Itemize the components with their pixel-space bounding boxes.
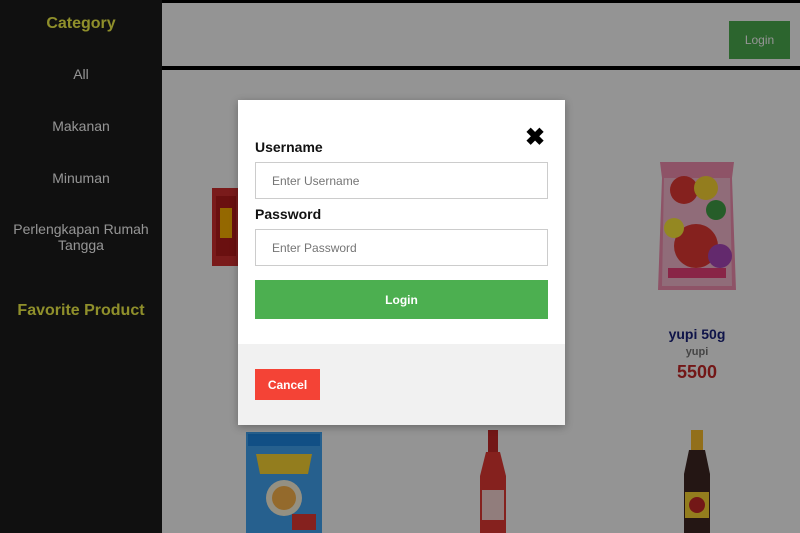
password-label: Password [255, 206, 322, 222]
close-icon[interactable]: ✖ [525, 126, 545, 150]
login-submit-button[interactable]: Login [255, 280, 548, 319]
username-label: Username [255, 139, 323, 155]
login-modal: Username ✖ Password Login Cancel [238, 100, 565, 425]
modal-footer: Cancel [238, 344, 565, 425]
password-input[interactable] [255, 229, 548, 266]
cancel-button[interactable]: Cancel [255, 369, 320, 400]
username-input[interactable] [255, 162, 548, 199]
